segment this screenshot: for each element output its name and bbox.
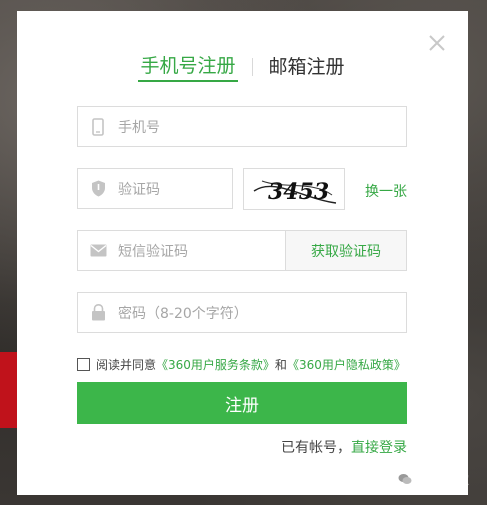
wechat-icon: [395, 469, 415, 489]
agreement-row: 阅读并同意 《360用户服务条款》 和 《360用户隐私政策》: [77, 356, 406, 373]
direct-login-link[interactable]: 直接登录: [351, 440, 407, 456]
sms-code-field[interactable]: 短信验证码: [77, 230, 286, 271]
refresh-captcha-link[interactable]: 换一张: [365, 181, 407, 201]
tab-phone-register[interactable]: 手机号注册: [138, 51, 238, 82]
captcha-text: 3453: [268, 179, 329, 205]
shield-icon: [78, 180, 118, 197]
agreement-prefix: 阅读并同意: [96, 358, 157, 372]
phone-placeholder: 手机号: [118, 119, 160, 136]
agreement-connector: 和: [274, 358, 287, 372]
captcha-image[interactable]: 3453: [243, 168, 345, 210]
agreement-checkbox[interactable]: [77, 358, 90, 371]
close-icon[interactable]: [427, 33, 447, 53]
get-sms-code-button[interactable]: 获取验证码: [285, 230, 407, 271]
register-dialog: 手机号注册 邮箱注册 手机号 验证码 3453 换一张 短信验证码 获取验证码 …: [17, 11, 468, 495]
password-field[interactable]: 密码（8-20个字符）: [77, 292, 407, 333]
verify-code-field[interactable]: 验证码: [77, 168, 233, 209]
tab-email-register[interactable]: 邮箱注册: [267, 52, 347, 81]
password-placeholder: 密码（8-20个字符）: [118, 305, 248, 322]
register-button[interactable]: 注册: [77, 382, 407, 424]
phone-field[interactable]: 手机号: [77, 106, 407, 147]
sms-code-placeholder: 短信验证码: [118, 243, 188, 260]
login-prefix: 已有帐号，: [281, 440, 351, 456]
watermark: 坦克之家: [395, 469, 469, 489]
verify-code-placeholder: 验证码: [118, 181, 160, 198]
login-prompt: 已有帐号，直接登录: [281, 437, 407, 457]
tab-divider: [251, 57, 253, 76]
lock-icon: [78, 304, 118, 321]
register-tabs: 手机号注册 邮箱注册: [17, 51, 468, 82]
mobile-phone-icon: [78, 117, 118, 136]
terms-link[interactable]: 《360用户服务条款》: [156, 356, 275, 373]
envelope-icon: [78, 244, 118, 257]
watermark-text: 坦克之家: [421, 472, 470, 487]
privacy-link[interactable]: 《360用户隐私政策》: [287, 356, 406, 373]
